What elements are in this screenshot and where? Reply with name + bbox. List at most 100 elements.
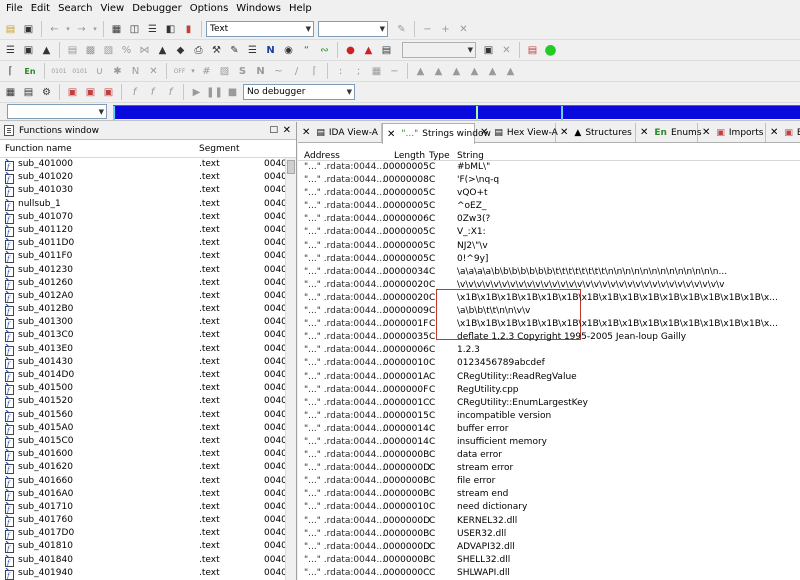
function-row[interactable]: f sub_401260 .text 0040 xyxy=(0,277,296,290)
offset-icon[interactable]: OFF xyxy=(171,63,188,80)
function-row[interactable]: f sub_401020 .text 0040 xyxy=(0,171,296,185)
menu-edit[interactable]: Edit xyxy=(29,0,56,18)
function-row[interactable]: f sub_4016A0 .text 0040 xyxy=(0,488,296,501)
function-row[interactable]: f sub_401600 .text 0040 xyxy=(0,448,296,462)
star-icon[interactable]: ✱ xyxy=(109,63,126,80)
open-folder-icon[interactable]: ▤ xyxy=(2,21,19,38)
float-window-icon[interactable]: □ xyxy=(269,125,278,135)
close-tab-icon[interactable]: ✕ xyxy=(480,127,488,138)
breakpoint-icon[interactable]: ● xyxy=(342,42,359,59)
bars-icon[interactable]: ▩ xyxy=(82,42,99,59)
function-row[interactable]: f sub_4015C0 .text 0040 xyxy=(0,435,296,448)
pause-icon[interactable]: ❚❚ xyxy=(206,84,223,101)
function-row[interactable]: f sub_401300 .text 0040 xyxy=(0,316,296,330)
function-row[interactable]: f sub_401430 .text 0040 xyxy=(0,356,296,369)
function-row[interactable]: f sub_4013E0 .text 0040 xyxy=(0,343,296,356)
function-row[interactable]: f sub_401500 .text 0040 xyxy=(0,382,296,396)
function-icon[interactable]: f xyxy=(126,84,143,101)
close-tab-icon[interactable]: ✕ xyxy=(702,127,710,138)
close-x-icon[interactable]: ✕ xyxy=(455,21,472,38)
tilde-icon[interactable]: ~ xyxy=(270,63,287,80)
hierarchy-5-icon[interactable]: ▲ xyxy=(484,63,501,80)
close-tab-icon[interactable]: ✕ xyxy=(302,127,310,138)
debugger-combo[interactable]: No debugger ▼ xyxy=(243,84,355,100)
watch-icon[interactable]: ▲ xyxy=(360,42,377,59)
names-n-icon[interactable]: N xyxy=(262,42,279,59)
bits-icon[interactable]: ▧ xyxy=(216,63,233,80)
string-row[interactable]: "..." .rdata:0044... 00000005 C 0!^9y] xyxy=(298,253,800,266)
string-row[interactable]: "..." .rdata:0044... 0000000D C KERNEL32.dl… xyxy=(298,515,800,528)
function-row[interactable]: f sub_4012A0 .text 0040 xyxy=(0,290,296,303)
collapse-icon[interactable]: − xyxy=(386,63,403,80)
dup-icon[interactable]: ∪ xyxy=(91,63,108,80)
function-row[interactable]: f sub_401560 .text 0040 xyxy=(0,409,296,422)
string-row[interactable]: "..." .rdata:0044... 00000035 C deflate 1.… xyxy=(298,331,800,344)
windows-icon[interactable]: ▦ xyxy=(108,21,125,38)
function-row[interactable]: f sub_401230 .text 0040 xyxy=(0,264,296,277)
save-icon[interactable]: ▣ xyxy=(20,21,37,38)
function-row[interactable]: f sub_401520 .text 0040 xyxy=(0,395,296,409)
cross-icon[interactable]: ✕ xyxy=(145,63,162,80)
column-header-string[interactable]: String xyxy=(457,151,484,161)
function-end-icon[interactable]: f xyxy=(162,84,179,101)
navigation-strip[interactable] xyxy=(113,105,800,120)
string-row[interactable]: "..." .rdata:0044... 0000000B Cstream end xyxy=(298,488,800,501)
hierarchy-3-icon[interactable]: ▲ xyxy=(448,63,465,80)
string-row[interactable]: "..." .rdata:0044... 0000000D C ADVAPI32.dl… xyxy=(298,541,800,554)
string-row[interactable]: "..." .rdata:0044... 00000014 Cbuffer erro… xyxy=(298,423,800,436)
string-row[interactable]: "..." .rdata:0044... 00000010 C 0123456789a… xyxy=(298,357,800,370)
function-row[interactable]: f sub_401070 .text 0040 xyxy=(0,211,296,224)
hierarchy-6-icon[interactable]: ▲ xyxy=(502,63,519,80)
string-row[interactable]: "..." .rdata:0044... 00000005 C V_:X1: xyxy=(298,226,800,239)
function-row[interactable]: f sub_401660 .text 0040 xyxy=(0,475,296,488)
function-row[interactable]: f sub_4014D0 .text 0040 xyxy=(0,369,296,382)
close-icon[interactable]: ✕ xyxy=(283,125,291,136)
back-arrow-icon[interactable]: ← xyxy=(46,21,63,38)
play-icon[interactable]: ▶ xyxy=(188,84,205,101)
detach-icon[interactable]: ✕ xyxy=(498,42,515,59)
functions-vertical-scrollbar[interactable] xyxy=(285,158,296,580)
string-row[interactable]: "..." .rdata:0044... 0000000B C USER32.dll xyxy=(298,528,800,541)
search-combo[interactable]: ▼ xyxy=(318,21,388,37)
document-icon[interactable]: ▤ xyxy=(524,42,541,59)
plus-icon[interactable]: + xyxy=(437,21,454,38)
string-row[interactable]: "..." .rdata:0044... 0000000B C SHELL32.dll xyxy=(298,554,800,567)
function-row[interactable]: f sub_401620 .text 0040 xyxy=(0,461,296,475)
flowchart-icon[interactable]: ◆ xyxy=(172,42,189,59)
tab-imports[interactable]: ✕ ▣ Imports xyxy=(698,123,766,142)
hex-icon[interactable]: ◧ xyxy=(162,21,179,38)
close-tab-icon[interactable]: ✕ xyxy=(560,127,568,138)
string-row[interactable]: "..." .rdata:0044... 0000000F C RegUtility.… xyxy=(298,384,800,397)
function-row[interactable]: f sub_401940 .text 0040 xyxy=(0,567,296,580)
tab-structures[interactable]: ✕ ▲ Structures xyxy=(556,123,636,142)
string-row[interactable]: "..." .rdata:0044... 00000010 Cneed dictio… xyxy=(298,501,800,514)
menu-help[interactable]: Help xyxy=(287,0,318,18)
calculator-icon[interactable]: ▦ xyxy=(2,84,19,101)
windows-layout-3-icon[interactable]: ▣ xyxy=(100,84,117,101)
string-row[interactable]: "..." .rdata:0044... 00000006 C 0Zw3(? xyxy=(298,213,800,226)
graph-icon[interactable]: ◫ xyxy=(126,21,143,38)
column-header-address[interactable]: Address xyxy=(304,151,340,161)
function-row[interactable]: f sub_4011D0 .text 0040 xyxy=(0,237,296,251)
tab-enums[interactable]: ✕ En Enums xyxy=(636,123,702,142)
tab-strings-window[interactable]: ✕ "..." Strings window xyxy=(382,123,491,144)
chart-icon[interactable]: ▤ xyxy=(64,42,81,59)
string-row[interactable]: "..." .rdata:0044... 00000034 C \a\a\a\a\b\… xyxy=(298,266,800,279)
stop-icon[interactable]: ■ xyxy=(224,84,241,101)
crossed-icon[interactable]: ⋈ xyxy=(136,42,153,59)
disk-icon[interactable]: ▣ xyxy=(20,42,37,59)
pen-icon[interactable]: ✎ xyxy=(393,21,410,38)
menu-search[interactable]: Search xyxy=(56,0,98,18)
string-row[interactable]: "..." .rdata:0044... 00000020 C \x1B\x1B\x1… xyxy=(298,292,800,305)
string-row[interactable]: "..." .rdata:0044... 00000020 C \v\v\v\v\v\… xyxy=(298,279,800,292)
string-row[interactable]: "..." .rdata:0044... 00000005 C ^oEZ_ xyxy=(298,200,800,213)
enum-en-icon[interactable]: En xyxy=(20,63,40,80)
menu-windows[interactable]: Windows xyxy=(234,0,287,18)
function-row[interactable]: f sub_4012B0 .text 0040 xyxy=(0,303,296,317)
text-view-combo[interactable]: Text ▼ xyxy=(206,21,314,37)
function-row[interactable]: f sub_4013C0 .text 0040 xyxy=(0,329,296,343)
string-row[interactable]: "..." .rdata:0044... 0000000B Cfile error xyxy=(298,475,800,488)
close-tab-icon[interactable]: ✕ xyxy=(640,127,648,138)
links-icon[interactable]: ∾ xyxy=(316,42,333,59)
forward-arrow-icon[interactable]: → xyxy=(73,21,90,38)
